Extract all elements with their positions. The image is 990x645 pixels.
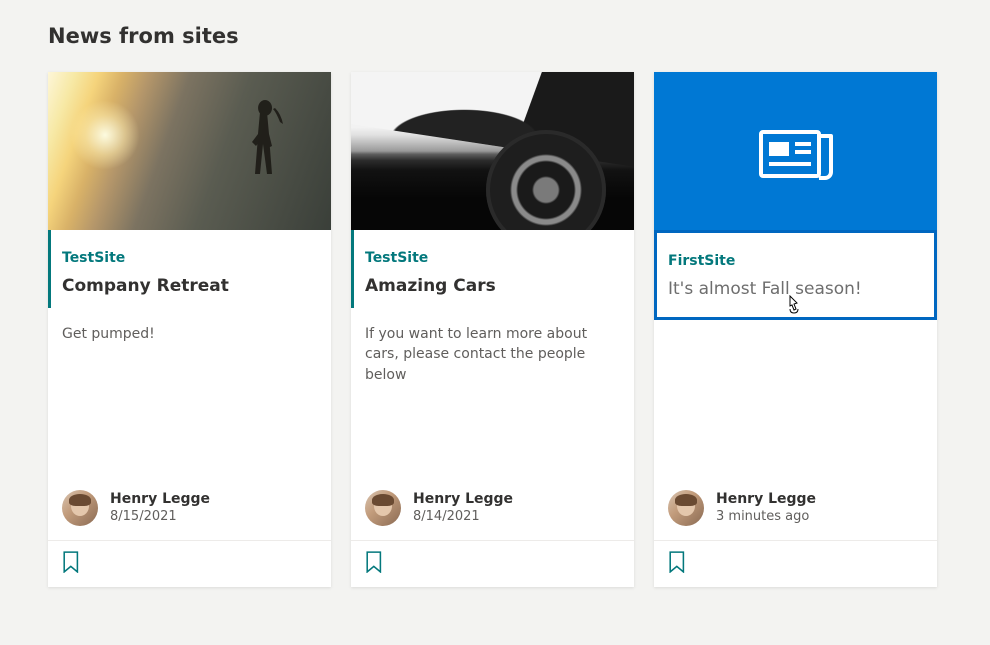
author-row: Henry Legge 3 minutes ago (654, 480, 937, 540)
published-date: 3 minutes ago (716, 509, 816, 526)
highlighted-selection: FirstSite It's almost Fall season! (654, 230, 937, 320)
news-thumbnail[interactable] (48, 72, 331, 230)
author-avatar[interactable] (668, 490, 704, 526)
news-card[interactable]: FirstSite It's almost Fall season! Henry… (654, 72, 937, 587)
site-link[interactable]: FirstSite (668, 253, 923, 269)
published-date: 8/15/2021 (110, 509, 210, 526)
news-default-icon (757, 122, 835, 180)
news-title[interactable]: Amazing Cars (365, 276, 620, 296)
bookmark-icon[interactable] (365, 551, 383, 573)
news-description: Get pumped! (62, 308, 317, 344)
author-avatar[interactable] (365, 490, 401, 526)
bookmark-icon[interactable] (668, 551, 686, 573)
news-card[interactable]: TestSite Amazing Cars If you want to lea… (351, 72, 634, 587)
author-name: Henry Legge (716, 490, 816, 508)
news-cards-row: TestSite Company Retreat Get pumped! Hen… (48, 72, 942, 587)
news-thumbnail[interactable] (351, 72, 634, 230)
published-date: 8/14/2021 (413, 509, 513, 526)
news-title[interactable]: Company Retreat (62, 276, 317, 296)
section-title: News from sites (48, 24, 942, 48)
author-avatar[interactable] (62, 490, 98, 526)
author-name: Henry Legge (413, 490, 513, 508)
bookmark-icon[interactable] (62, 551, 80, 573)
author-row: Henry Legge 8/15/2021 (48, 480, 331, 540)
author-row: Henry Legge 8/14/2021 (351, 480, 634, 540)
news-card[interactable]: TestSite Company Retreat Get pumped! Hen… (48, 72, 331, 587)
author-name: Henry Legge (110, 490, 210, 508)
news-thumbnail[interactable] (654, 72, 937, 230)
site-link[interactable]: TestSite (365, 250, 620, 266)
news-description: If you want to learn more about cars, pl… (365, 308, 620, 385)
news-title[interactable]: It's almost Fall season! (668, 279, 923, 299)
site-link[interactable]: TestSite (62, 250, 317, 266)
news-description (668, 320, 923, 336)
